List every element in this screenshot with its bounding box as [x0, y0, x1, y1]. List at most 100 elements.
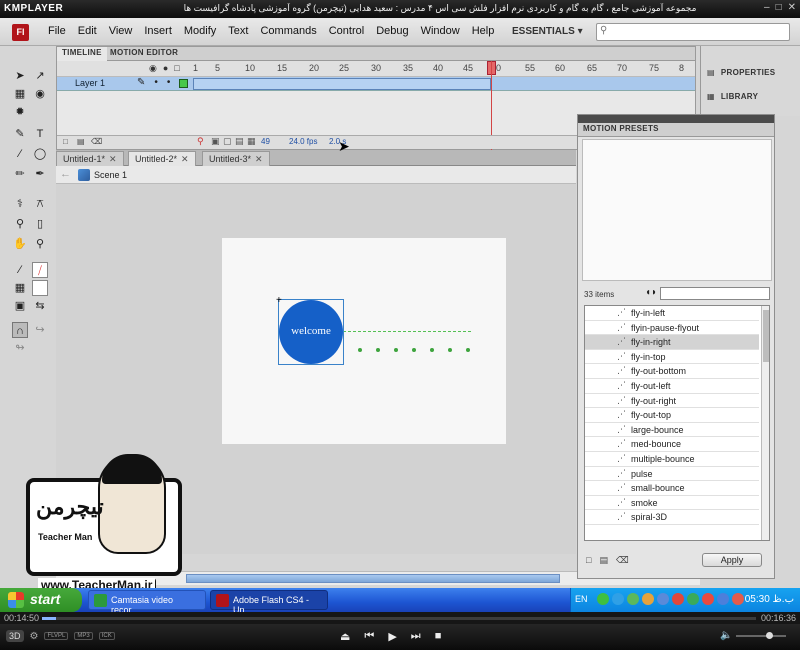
menu-file[interactable]: File: [42, 25, 72, 37]
snap-to-objects-icon[interactable]: ∩: [12, 322, 28, 338]
text-tool-icon[interactable]: T: [32, 126, 48, 142]
outline-icon[interactable]: □: [174, 63, 179, 74]
center-frame-icon[interactable]: ⚲: [197, 136, 204, 147]
save-preset-icon[interactable]: □: [586, 555, 591, 566]
tab-motion-editor[interactable]: MOTION EDITOR: [105, 47, 183, 61]
menu-help[interactable]: Help: [466, 25, 501, 37]
swap-colors-icon[interactable]: ⇆: [32, 298, 48, 314]
fill-color-icon[interactable]: ▦: [12, 280, 28, 296]
tray-update-icon[interactable]: [687, 593, 699, 605]
workspace-switcher[interactable]: ESSENTIALS ▾: [508, 23, 588, 41]
layer-outline-color[interactable]: [179, 79, 188, 88]
lock-dot-icon[interactable]: •: [167, 77, 171, 88]
volume-control[interactable]: 🔈: [720, 630, 790, 641]
tray-record-icon[interactable]: [732, 593, 744, 605]
new-folder-icon[interactable]: ▤: [599, 555, 608, 566]
motion-presets-tab[interactable]: MOTION PRESETS: [578, 123, 774, 137]
path-keyframe-dot[interactable]: [466, 348, 470, 352]
subselection-tool-icon[interactable]: ↗: [32, 68, 48, 84]
menu-view[interactable]: View: [103, 25, 139, 37]
eraser-tool-icon[interactable]: ▯: [32, 216, 48, 232]
close-tab-icon[interactable]: ✕: [181, 154, 189, 164]
hand-tool-icon[interactable]: ✋: [12, 236, 28, 252]
edit-multiple-frames-icon[interactable]: ▤: [235, 136, 244, 147]
delete-layer-icon[interactable]: ⌫: [91, 137, 102, 146]
stroke-color-icon[interactable]: ∕: [12, 262, 28, 278]
free-transform-tool-icon[interactable]: ▦: [12, 86, 28, 102]
next-icon[interactable]: ⏭: [411, 630, 421, 643]
help-search-input[interactable]: ⚲: [596, 23, 790, 41]
tray-play-icon[interactable]: [597, 593, 609, 605]
taskbar-item-camtasia[interactable]: Camtasia video recor...: [88, 590, 206, 615]
document-tab[interactable]: Untitled-3* ✕: [202, 151, 270, 166]
properties-panel-button[interactable]: ▤ PROPERTIES: [707, 68, 775, 77]
layer-name[interactable]: Layer 1: [75, 78, 105, 88]
play-icon[interactable]: ▶: [388, 630, 396, 643]
close-tab-icon[interactable]: ✕: [109, 154, 117, 164]
path-keyframe-dot[interactable]: [412, 348, 416, 352]
tab-timeline[interactable]: TIMELINE: [57, 47, 107, 61]
frame-ruler[interactable]: 1 5 10 15 20 25 30 35 40 45 50 55 60 65 70 75 8: [193, 63, 693, 75]
eyedropper-tool-icon[interactable]: ⚲: [12, 216, 28, 232]
back-arrow-icon[interactable]: ←: [60, 168, 71, 180]
path-keyframe-dot[interactable]: [430, 348, 434, 352]
language-indicator[interactable]: EN: [575, 594, 588, 604]
current-frame[interactable]: 49: [261, 137, 270, 146]
chip-mp3[interactable]: MP3: [74, 632, 93, 640]
selection-tool-icon[interactable]: ➤: [12, 68, 28, 84]
library-panel-button[interactable]: ▦ LIBRARY: [707, 92, 758, 101]
preset-item[interactable]: ⋰ fly-in-right: [585, 335, 759, 350]
motion-path[interactable]: [343, 331, 471, 333]
menu-text[interactable]: Text: [222, 25, 254, 37]
tray-network-icon[interactable]: [627, 593, 639, 605]
preset-item[interactable]: ⋰ fly-in-left: [585, 306, 759, 321]
stop-icon[interactable]: ■: [435, 630, 442, 643]
lock-icon[interactable]: ●: [163, 63, 168, 74]
preset-list-scrollbar[interactable]: [761, 306, 769, 540]
tray-stop-icon[interactable]: [702, 593, 714, 605]
paint-bucket-tool-icon[interactable]: ⚻: [32, 196, 48, 212]
close-icon[interactable]: ✕: [788, 2, 796, 13]
tray-help-icon[interactable]: [612, 593, 624, 605]
eye-icon[interactable]: ◉: [149, 63, 157, 74]
delete-preset-icon[interactable]: ⌫: [616, 555, 629, 566]
stage[interactable]: [222, 238, 506, 444]
apply-button[interactable]: Apply: [702, 553, 762, 567]
menu-insert[interactable]: Insert: [138, 25, 178, 37]
path-keyframe-dot[interactable]: [358, 348, 362, 352]
path-keyframe-dot[interactable]: [394, 348, 398, 352]
onion-skin-icon[interactable]: ▣: [211, 136, 220, 147]
3d-mode-button[interactable]: 3D: [6, 630, 24, 642]
scene-label[interactable]: Scene 1: [94, 170, 127, 180]
volume-knob[interactable]: [766, 632, 773, 639]
stroke-color-swatch[interactable]: ⧸: [32, 262, 48, 278]
chip-flvpl[interactable]: FLVPL: [44, 632, 69, 640]
tray-sync-icon[interactable]: [657, 593, 669, 605]
preset-item[interactable]: ⋰ fly-in-top: [585, 350, 759, 365]
new-folder-icon[interactable]: ▤: [77, 137, 85, 146]
straighten-icon[interactable]: ↬: [12, 340, 28, 356]
lasso-tool-icon[interactable]: ✹: [12, 104, 28, 120]
3d-rotation-tool-icon[interactable]: ◉: [32, 86, 48, 102]
visible-dot-icon[interactable]: •: [154, 77, 158, 88]
scrollbar-thumb[interactable]: [186, 574, 560, 583]
pencil-tool-icon[interactable]: ✏: [12, 166, 28, 182]
tray-security-icon[interactable]: [672, 593, 684, 605]
menu-control[interactable]: Control: [323, 25, 370, 37]
panel-drag-bar[interactable]: [578, 115, 774, 123]
previous-icon[interactable]: ⏮: [364, 630, 374, 643]
brush-tool-icon[interactable]: ✒: [32, 166, 48, 182]
modify-markers-icon[interactable]: ▦: [247, 136, 256, 147]
start-button[interactable]: start: [0, 588, 82, 612]
menu-commands[interactable]: Commands: [254, 25, 322, 37]
scrollbar-thumb[interactable]: [763, 310, 769, 362]
tray-monitor-icon[interactable]: [717, 593, 729, 605]
bone-tool-icon[interactable]: ⚕: [12, 196, 28, 212]
line-tool-icon[interactable]: ∕: [12, 146, 28, 162]
preset-search-input[interactable]: [660, 287, 770, 300]
clock[interactable]: 05:30 ب.ظ: [745, 594, 794, 605]
motion-tween-span[interactable]: [193, 78, 491, 90]
preset-item[interactable]: ⋰ fly-out-right: [585, 394, 759, 409]
zoom-tool-icon[interactable]: ⚲: [32, 236, 48, 252]
preset-item[interactable]: ⋰ smoke: [585, 496, 759, 511]
